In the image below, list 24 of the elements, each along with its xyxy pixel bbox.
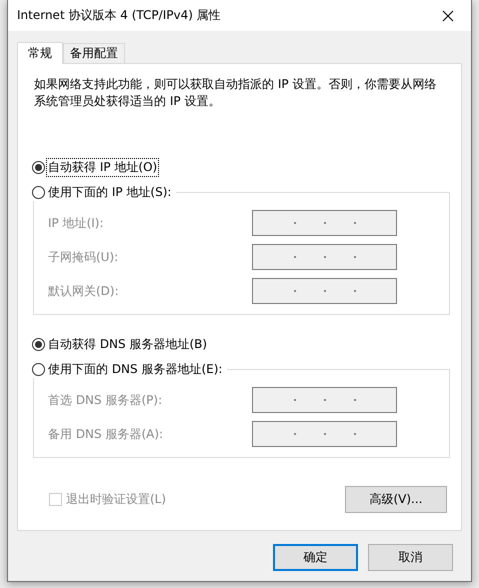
radio-icon <box>32 338 45 350</box>
advanced-button[interactable]: 高级(V)... <box>345 486 447 513</box>
radio-icon <box>32 362 45 376</box>
radio-icon <box>32 186 45 198</box>
ip-address-field[interactable] <box>252 244 397 270</box>
ip-address-field[interactable] <box>252 421 397 447</box>
radio-button[interactable]: 使用下面的 DNS 服务器地址(E): <box>32 360 228 378</box>
ip-address-field[interactable] <box>252 210 397 236</box>
field-label: IP 地址(I): <box>48 214 104 232</box>
ip-address-field[interactable] <box>252 387 397 413</box>
tab[interactable]: 常规 <box>17 42 63 64</box>
dialog-button[interactable]: 确定 <box>273 544 358 571</box>
radio-button[interactable]: 使用下面的 IP 地址(S): <box>32 183 176 201</box>
field-label: 首选 DNS 服务器(P): <box>48 392 162 408</box>
radio-icon <box>32 160 45 174</box>
tab[interactable]: 备用配置 <box>63 43 125 63</box>
close-icon <box>442 10 454 22</box>
description-text: 如果网络支持此功能，则可以获取自动指派的 IP 设置。否则，你需要从网络系统管理员处获得适当的 IP 设置。 <box>34 76 438 110</box>
field-label: 默认网关(D): <box>48 282 119 300</box>
field-label: 备用 DNS 服务器(A): <box>48 426 164 442</box>
ip-address-field[interactable] <box>252 278 397 304</box>
field-label: 子网掩码(U): <box>48 248 118 266</box>
window-title: Internet 协议版本 4 (TCP/IPv4) 属性 <box>17 7 221 24</box>
dialog-button[interactable]: 取消 <box>368 544 453 571</box>
